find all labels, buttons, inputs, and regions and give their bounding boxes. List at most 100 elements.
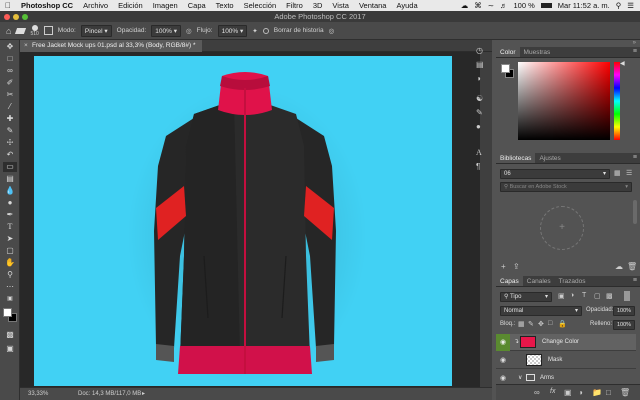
quick-selection-tool-icon[interactable]: ✐ [3,78,17,88]
lock-artboard-icon[interactable]: □ [548,320,552,327]
filter-type-icon[interactable]: T [582,292,586,299]
pen-tool-icon[interactable]: ✒ [3,210,17,220]
add-mask-icon[interactable]: ▣ [564,388,572,397]
fg-color-chip[interactable] [501,64,510,73]
quick-mask-icon[interactable]: ▩ [3,330,17,340]
properties-panel-icon[interactable]: ▤ [476,60,484,69]
menu-texto[interactable]: Texto [211,1,239,10]
zoom-level[interactable]: 33,33% [28,391,48,397]
clock[interactable]: Mar 11:52 a. m. [558,1,610,10]
canvas-area[interactable] [20,52,480,387]
history-panel-icon[interactable]: ◷ [476,46,483,55]
home-icon[interactable]: ⌂ [6,26,11,36]
zoom-tool-icon[interactable]: ⚲ [3,270,17,280]
fill-field[interactable]: 100% [613,320,635,330]
crop-tool-icon[interactable]: ✂ [3,90,17,100]
eyedropper-tool-icon[interactable]: ⁄ [3,102,17,112]
lock-pixels-icon[interactable]: ✎ [528,320,534,328]
filter-toggle-icon[interactable] [624,291,630,301]
hue-slider[interactable] [614,62,620,140]
menu-archivo[interactable]: Archivo [78,1,113,10]
pressure-opacity-icon[interactable]: ◎ [186,27,192,35]
bluetooth-icon[interactable]: ⌘ [474,1,482,10]
lock-transparent-icon[interactable]: ▦ [518,320,525,328]
menu-filtro[interactable]: Filtro [281,1,308,10]
layer-row-change-color[interactable]: ◉ ↴ Change Color [496,334,636,351]
document-canvas[interactable] [34,56,452,386]
brush-preset-picker[interactable]: 510 [30,24,39,37]
layer-style-icon[interactable]: fx [550,388,555,395]
battery-text[interactable]: 100 % [514,1,535,10]
opacity-field[interactable]: 100% ▾ [151,24,181,37]
healing-brush-tool-icon[interactable]: ✚ [3,114,17,124]
tab-color[interactable]: Color [496,47,520,57]
close-window-button[interactable] [4,13,10,20]
more-tools-icon[interactable]: ⋯ [3,282,17,292]
library-scrollbar[interactable] [633,200,637,224]
stock-search-field[interactable]: ⚲ Buscar en Adobe Stock ▾ [500,182,632,192]
search-icon[interactable]: ⚲ [616,1,622,10]
new-group-icon[interactable]: 📁 [592,388,602,397]
document-tab[interactable]: × Free Jacket Mock ups 01.psd al 33,3% (… [20,40,202,52]
library-drop-zone[interactable]: + [540,206,584,250]
library-select[interactable]: 06 ▾ [500,169,610,179]
flow-field[interactable]: 100% ▾ [217,24,248,37]
delete-layer-icon[interactable]: 🗑 [620,388,630,397]
link-layers-icon[interactable]: ∞ [534,388,540,397]
grid-view-icon[interactable]: ▦ [614,169,621,177]
tab-adjustments[interactable]: Ajustes [535,153,564,163]
default-colors-icon[interactable]: ▣ [3,294,17,304]
filter-smart-object-icon[interactable]: ▩ [606,292,613,300]
panel-collapse-icon[interactable]: » [633,40,636,46]
menu-vista[interactable]: Vista [327,1,354,10]
type-tool-icon[interactable]: T [3,222,17,232]
menu-seleccion[interactable]: Selección [239,1,282,10]
hand-tool-icon[interactable]: ✋ [3,258,17,268]
doc-size-info[interactable]: Doc: 14,3 MB/117,0 MB [78,391,141,397]
eraser-tool-icon[interactable]: ▭ [3,162,17,172]
clone-source-panel-icon[interactable]: ● [476,122,481,131]
gradient-tool-icon[interactable]: ▤ [3,174,17,184]
menu-imagen[interactable]: Imagen [148,1,183,10]
layer-visibility-eye-icon[interactable]: ◉ [496,352,510,369]
hue-slider-handle-icon[interactable]: ◀ [620,60,625,67]
move-tool-icon[interactable]: ✥ [3,42,17,52]
dodge-tool-icon[interactable]: ● [3,198,17,208]
menu-3d[interactable]: 3D [308,1,328,10]
libraries-panel-menu-icon[interactable]: ≡ [633,154,637,161]
lock-all-icon[interactable]: 🔒 [558,320,567,328]
app-menu[interactable]: Photoshop CC [16,1,78,10]
tab-swatches[interactable]: Muestras [520,47,555,57]
color-panel-menu-icon[interactable]: ≡ [633,48,637,55]
color-picker-field[interactable] [518,62,610,140]
blend-mode-select[interactable]: Normal ▾ [500,306,582,316]
adjustment-layer-icon[interactable]: ◑ [578,388,583,397]
tab-layers[interactable]: Capas [496,276,523,286]
layers-panel-menu-icon[interactable]: ≡ [633,277,637,284]
foreground-color-swatch[interactable] [3,308,12,317]
wifi-icon[interactable]: ∼ [488,1,494,10]
status-menu-arrow-icon[interactable]: ▸ [142,390,145,397]
notification-center-icon[interactable]: ☰ [627,1,634,10]
history-checkbox[interactable] [262,27,269,34]
history-brush-tool-icon[interactable]: ↶ [3,150,17,160]
tab-channels[interactable]: Canales [523,276,555,286]
layer-opacity-field[interactable]: 100% [613,306,635,316]
brush-tool-icon[interactable]: ✎ [3,126,17,136]
lock-position-icon[interactable]: ✥ [538,320,544,328]
mode-select[interactable]: Pincel ▾ [80,24,112,37]
filter-shape-icon[interactable]: ▢ [594,292,601,300]
brush-panel-icon[interactable] [43,26,53,35]
minimize-window-button[interactable] [13,13,19,20]
marquee-tool-icon[interactable]: □ [3,54,17,64]
group-expand-icon[interactable]: ∨ [518,374,522,381]
layer-row-mask[interactable]: ◉ Mask [496,352,636,369]
eraser-tool-preset-icon[interactable] [15,27,27,34]
library-add-icon[interactable]: + [501,262,506,271]
new-layer-icon[interactable]: □ [606,388,611,397]
filter-pixel-icon[interactable]: ▣ [558,292,565,300]
blur-tool-icon[interactable]: 💧 [3,186,17,196]
tab-paths[interactable]: Trazados [555,276,590,286]
tab-libraries[interactable]: Bibliotecas [496,153,536,163]
layer-filter-select[interactable]: ⚲ Tipo ▾ [500,292,552,302]
